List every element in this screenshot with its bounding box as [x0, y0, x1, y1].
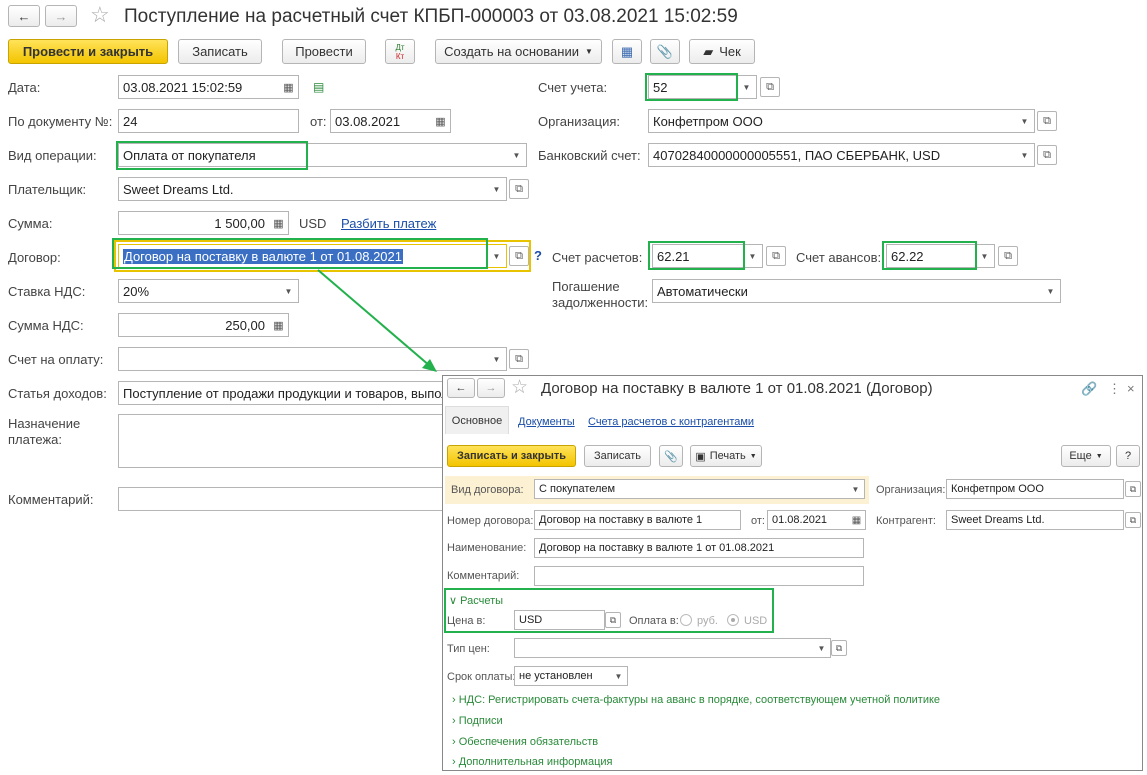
calendar-icon[interactable]: ▦: [848, 510, 866, 530]
counterparty-field[interactable]: Sweet Dreams Ltd.: [946, 510, 1124, 530]
chevron-down-icon: ∨: [449, 595, 458, 607]
section-obligations-label: Обеспечения обязательств: [458, 736, 599, 748]
date-label: от:: [751, 515, 765, 527]
name-field[interactable]: Договор на поставку в валюте 1 от 01.08.…: [534, 538, 864, 558]
chevron-down-icon[interactable]: ▼: [813, 638, 831, 658]
price-type-field[interactable]: [514, 638, 814, 658]
org-label: Организация:: [876, 484, 946, 496]
section-vat-label: НДС: Регистрировать счета-фактуры на ава…: [458, 694, 941, 706]
chevron-down-icon: ▼: [1095, 452, 1103, 460]
favorite-star-icon[interactable]: ☆: [511, 376, 528, 399]
kind-field[interactable]: С покупателем: [534, 479, 848, 499]
radio-dot: [731, 618, 735, 622]
date-field[interactable]: 01.08.2021: [767, 510, 849, 530]
forward-button[interactable]: →: [477, 378, 505, 398]
payment-label: Оплата в:: [629, 615, 679, 627]
back-button[interactable]: ←: [447, 378, 475, 398]
chevron-right-icon: ›: [452, 736, 456, 748]
tab-main[interactable]: Основное: [445, 406, 509, 434]
tab-documents[interactable]: Документы: [518, 416, 575, 428]
chevron-down-icon[interactable]: ▼: [847, 479, 865, 499]
link-icon[interactable]: 🔗: [1081, 381, 1097, 397]
print-label: Печать: [709, 450, 746, 462]
open-icon[interactable]: ⧉: [831, 640, 847, 656]
more-button[interactable]: Еще ▼: [1061, 445, 1111, 467]
section-signatures[interactable]: › Подписи: [452, 715, 503, 727]
price-type-label: Тип цен:: [447, 643, 490, 655]
pay-usd-label: USD: [744, 615, 768, 627]
kind-label: Вид договора:: [451, 484, 524, 496]
comment-label: Комментарий:: [447, 570, 520, 582]
attachment-icon[interactable]: 📎: [659, 445, 683, 467]
radio-rub[interactable]: [680, 614, 692, 626]
open-icon[interactable]: ⧉: [605, 612, 621, 628]
chevron-right-icon: ›: [452, 756, 456, 768]
open-icon[interactable]: ⧉: [1125, 512, 1141, 528]
save-button[interactable]: Записать: [584, 445, 651, 467]
number-field[interactable]: Договор на поставку в валюте 1: [534, 510, 741, 530]
contract-window: ← → ☆ Договор на поставку в валюте 1 от …: [442, 375, 1143, 771]
tab-settlement-accounts[interactable]: Счета расчетов с контрагентами: [588, 416, 754, 428]
radio-usd[interactable]: [727, 614, 739, 626]
section-signatures-label: Подписи: [458, 715, 503, 727]
save-and-close-button[interactable]: Записать и закрыть: [447, 445, 576, 467]
section-obligations[interactable]: › Обеспечения обязательств: [452, 736, 598, 748]
help-button[interactable]: ?: [1116, 445, 1140, 467]
comment-field[interactable]: [534, 566, 864, 586]
chevron-right-icon: ›: [452, 694, 456, 706]
price-field[interactable]: USD: [514, 610, 605, 630]
name-label: Наименование:: [447, 542, 527, 554]
close-icon[interactable]: ×: [1127, 381, 1135, 396]
chevron-down-icon: ▼: [749, 452, 757, 460]
contract-window-title: Договор на поставку в валюте 1 от 01.08.…: [541, 380, 933, 397]
settlements-label: Расчеты: [460, 595, 504, 607]
chevron-down-icon[interactable]: ▼: [610, 666, 628, 686]
org-field[interactable]: Конфетпром ООО: [946, 479, 1124, 499]
pay-rub-label: руб.: [697, 615, 718, 627]
section-additional-label: Дополнительная информация: [458, 756, 613, 768]
number-label: Номер договора:: [447, 515, 534, 527]
open-icon[interactable]: ⧉: [1125, 481, 1141, 497]
more-menu-icon[interactable]: ⋮: [1108, 381, 1121, 397]
counterparty-label: Контрагент:: [876, 515, 936, 527]
more-label: Еще: [1069, 450, 1092, 462]
settlements-header[interactable]: ∨ Расчеты: [449, 594, 503, 607]
print-button[interactable]: ▣ Печать ▼: [690, 445, 762, 467]
price-label: Цена в:: [447, 615, 486, 627]
printer-icon: ▣: [695, 450, 706, 463]
term-field[interactable]: не установлен: [514, 666, 611, 686]
chevron-right-icon: ›: [452, 715, 456, 727]
section-vat[interactable]: › НДС: Регистрировать счета-фактуры на а…: [452, 694, 940, 706]
section-additional[interactable]: › Дополнительная информация: [452, 756, 613, 768]
term-label: Срок оплаты:: [447, 671, 516, 683]
